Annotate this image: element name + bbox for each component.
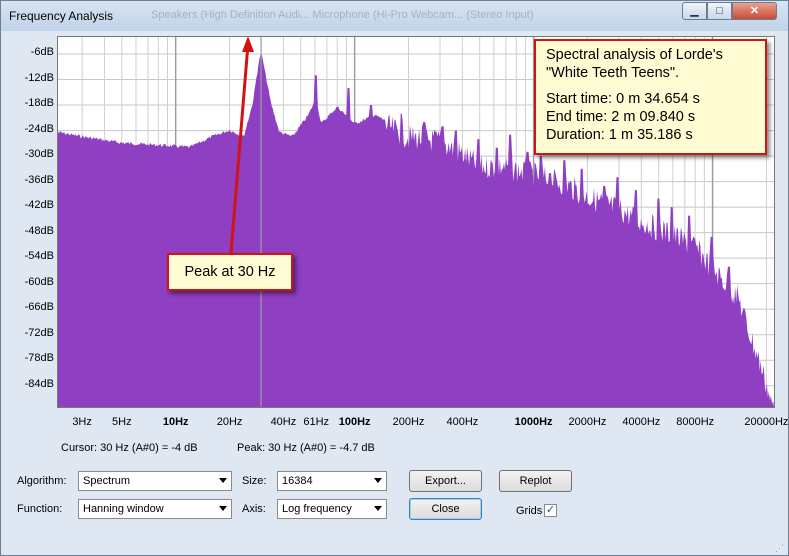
chevron-down-icon [374, 478, 382, 483]
export-button[interactable]: Export... [409, 470, 482, 492]
replot-button[interactable]: Replot [499, 470, 572, 492]
x-tick-label: 400Hz [446, 416, 479, 428]
axis-select[interactable]: Log frequency [277, 499, 387, 519]
y-tick-label: -72dB [24, 326, 54, 339]
y-tick-label: -24dB [24, 122, 54, 135]
size-label: Size: [242, 475, 267, 487]
chevron-down-icon [374, 506, 382, 511]
function-value: Hanning window [83, 503, 164, 515]
grids-checkbox[interactable]: ✓ [544, 504, 557, 517]
chevron-down-icon [219, 478, 227, 483]
y-tick-label: -6dB [30, 46, 54, 58]
function-label: Function: [17, 503, 63, 515]
resize-grip-icon[interactable]: ⋰ [775, 543, 785, 553]
function-select[interactable]: Hanning window [78, 499, 232, 519]
y-tick-label: -54dB [24, 250, 54, 263]
y-tick-label: -30dB [24, 148, 54, 161]
axis-label: Axis: [242, 503, 266, 515]
minimize-button[interactable]: ▁ [682, 2, 707, 20]
background-window-titles: Speakers (High Definition Audi... Microp… [151, 9, 534, 21]
info-callout: Spectral analysis of Lorde's "White Teet… [534, 39, 767, 155]
algorithm-select[interactable]: Spectrum [78, 471, 232, 491]
info-line-end: End time: 2 m 09.840 s [546, 109, 696, 125]
x-tick-label: 8000Hz [676, 416, 715, 428]
x-tick-label: 10Hz [162, 416, 189, 428]
peak-callout: Peak at 30 Hz [167, 253, 293, 291]
x-tick-label: 2000Hz [568, 416, 607, 428]
y-tick-label: -78dB [24, 352, 54, 365]
cursor-readout: Cursor: 30 Hz (A#0) = -4 dB [61, 442, 198, 454]
info-line-start: Start time: 0 m 34.654 s [546, 91, 700, 107]
close-button[interactable]: Close [409, 498, 482, 520]
info-line-song: "White Teeth Teens". [546, 65, 680, 81]
grids-label: Grids [516, 505, 543, 517]
y-tick-label: -18dB [24, 97, 54, 110]
algorithm-label: Algorithm: [17, 475, 67, 487]
y-tick-label: -48dB [24, 224, 54, 237]
window-title: Frequency Analysis [9, 9, 114, 23]
x-tick-label: 3Hz [72, 416, 92, 428]
y-tick-label: -60dB [24, 275, 54, 288]
x-tick-label: 40Hz [270, 416, 297, 428]
y-tick-label: -66dB [24, 301, 54, 314]
x-tick-label: 100Hz [338, 416, 371, 428]
title-bar[interactable]: Frequency Analysis Speakers (High Defini… [1, 1, 788, 31]
info-line-duration: Duration: 1 m 35.186 s [546, 127, 693, 143]
info-line-title: Spectral analysis of Lorde's [546, 47, 723, 63]
x-tick-label: 61Hz [303, 416, 330, 428]
maximize-button[interactable]: □ [707, 2, 732, 20]
y-tick-label: -12dB [24, 71, 54, 84]
x-tick-label: 4000Hz [622, 416, 661, 428]
size-select[interactable]: 16384 [277, 471, 387, 491]
x-tick-label: 200Hz [392, 416, 425, 428]
algorithm-value: Spectrum [83, 475, 131, 487]
axis-value: Log frequency [282, 503, 352, 515]
close-window-button[interactable]: ✕ [732, 2, 777, 20]
x-tick-label: 1000Hz [514, 416, 553, 428]
peak-readout: Peak: 30 Hz (A#0) = -4.7 dB [237, 442, 375, 454]
y-tick-label: -84dB [24, 377, 54, 390]
x-tick-label: 5Hz [112, 416, 132, 428]
x-tick-label: 20000Hz [744, 416, 789, 428]
chevron-down-icon [219, 506, 227, 511]
size-value: 16384 [282, 475, 313, 487]
y-tick-label: -42dB [24, 199, 54, 212]
y-tick-label: -36dB [24, 173, 54, 186]
x-tick-label: 20Hz [216, 416, 243, 428]
